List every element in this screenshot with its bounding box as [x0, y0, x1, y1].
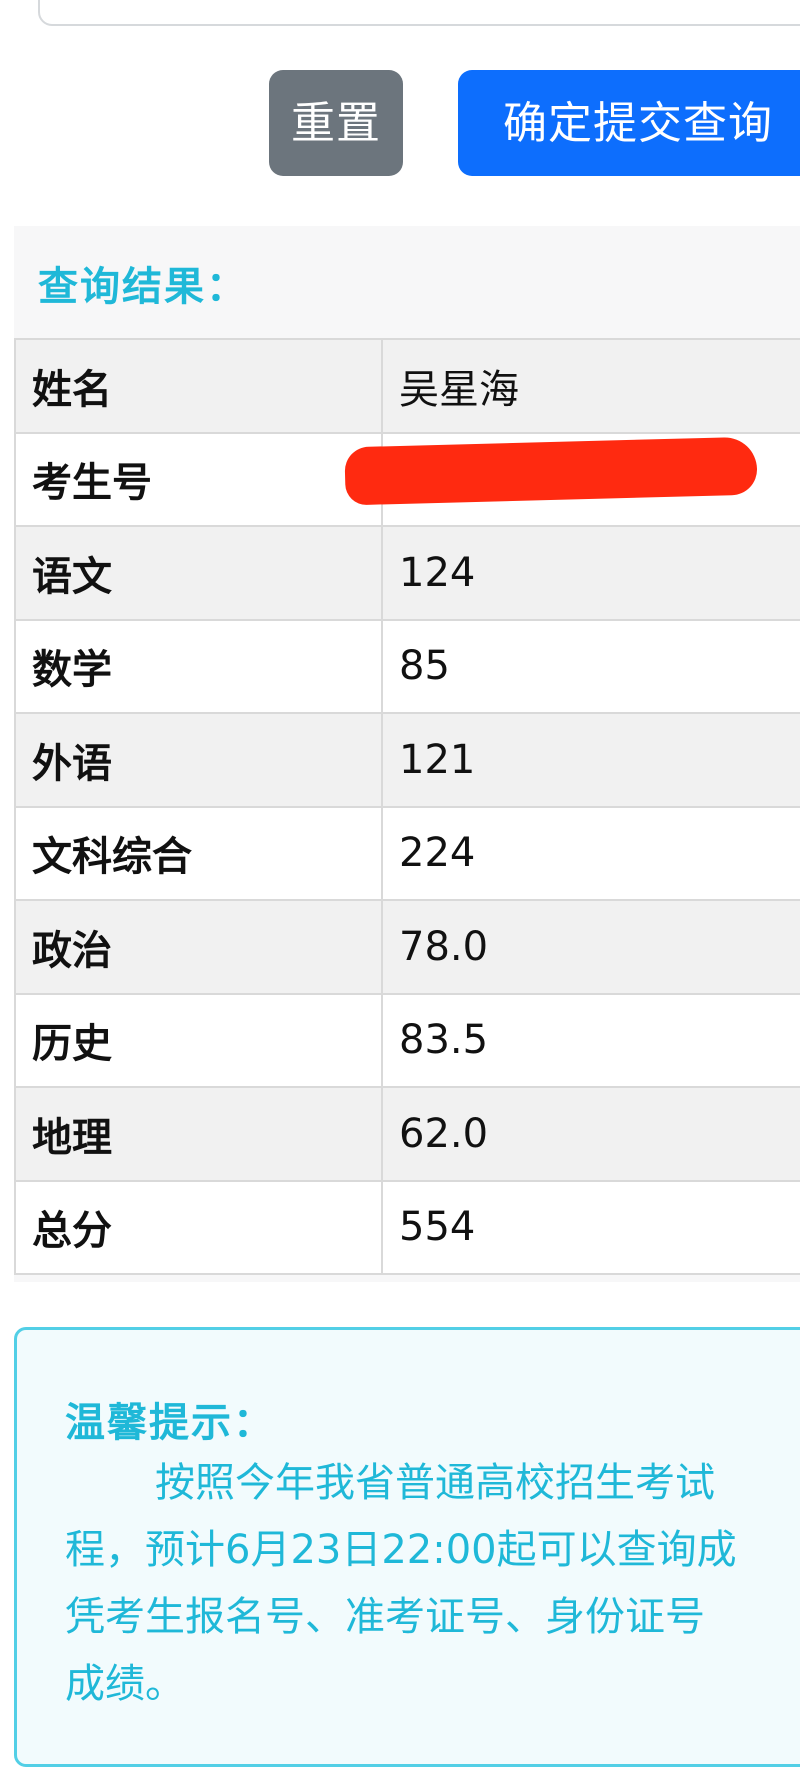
- table-row: 政治 78.0: [14, 899, 800, 995]
- redaction-mark: [344, 436, 758, 506]
- row-value-geography: 62.0: [381, 1086, 800, 1182]
- row-value-math: 85: [381, 618, 800, 714]
- tip-text: 按照今年我省普通高校招生考试 程，预计6月23日22:00起可以查询成 凭考生报…: [65, 1450, 800, 1718]
- table-row: 地理 62.0: [14, 1086, 800, 1182]
- tip-line: 凭考生报名号、准考证号、身份证号: [65, 1594, 705, 1640]
- row-value-total: 554: [381, 1179, 800, 1275]
- row-label-exam-id: 考生号: [14, 431, 383, 527]
- table-row: 历史 83.5: [14, 992, 800, 1088]
- tip-line: 程，预计6月23日22:00起可以查询成: [65, 1527, 737, 1573]
- row-label-total: 总分: [14, 1179, 383, 1275]
- row-label-foreign-language: 外语: [14, 712, 383, 808]
- tip-line: 成绩。: [65, 1661, 185, 1707]
- row-value-liberal-arts: 224: [381, 805, 800, 901]
- row-value-foreign-language: 121: [381, 712, 800, 808]
- row-label-name: 姓名: [14, 338, 383, 434]
- tip-panel: 温馨提示： 按照今年我省普通高校招生考试 程，预计6月23日22:00起可以查询…: [14, 1327, 800, 1767]
- submit-query-button[interactable]: 确定提交查询: [458, 70, 800, 176]
- row-label-math: 数学: [14, 618, 383, 714]
- row-value-history: 83.5: [381, 992, 800, 1088]
- table-row: 数学 85: [14, 618, 800, 714]
- table-row: 外语 121: [14, 712, 800, 808]
- tip-title: 温馨提示：: [65, 1400, 275, 1446]
- result-panel: 查询结果： 姓名 吴星海 考生号 语文 124 数学 85 外语 121 文科综…: [14, 226, 800, 1282]
- row-label-politics: 政治: [14, 899, 383, 995]
- tip-line: 按照今年我省普通高校招生考试: [155, 1460, 715, 1506]
- row-value-name: 吴星海: [381, 338, 800, 434]
- score-query-page: 重置 确定提交查询 查询结果： 姓名 吴星海 考生号 语文 124 数学 85 …: [0, 0, 800, 1788]
- row-label-history: 历史: [14, 992, 383, 1088]
- reset-button[interactable]: 重置: [269, 70, 403, 176]
- row-label-liberal-arts: 文科综合: [14, 805, 383, 901]
- table-row: 总分 554: [14, 1179, 800, 1275]
- table-row: 语文 124: [14, 525, 800, 621]
- row-value-chinese: 124: [381, 525, 800, 621]
- table-row: 姓名 吴星海: [14, 338, 800, 434]
- row-label-chinese: 语文: [14, 525, 383, 621]
- row-label-geography: 地理: [14, 1086, 383, 1182]
- result-title: 查询结果：: [38, 264, 248, 310]
- table-row: 文科综合 224: [14, 805, 800, 901]
- row-value-politics: 78.0: [381, 899, 800, 995]
- query-input-field[interactable]: [38, 0, 800, 26]
